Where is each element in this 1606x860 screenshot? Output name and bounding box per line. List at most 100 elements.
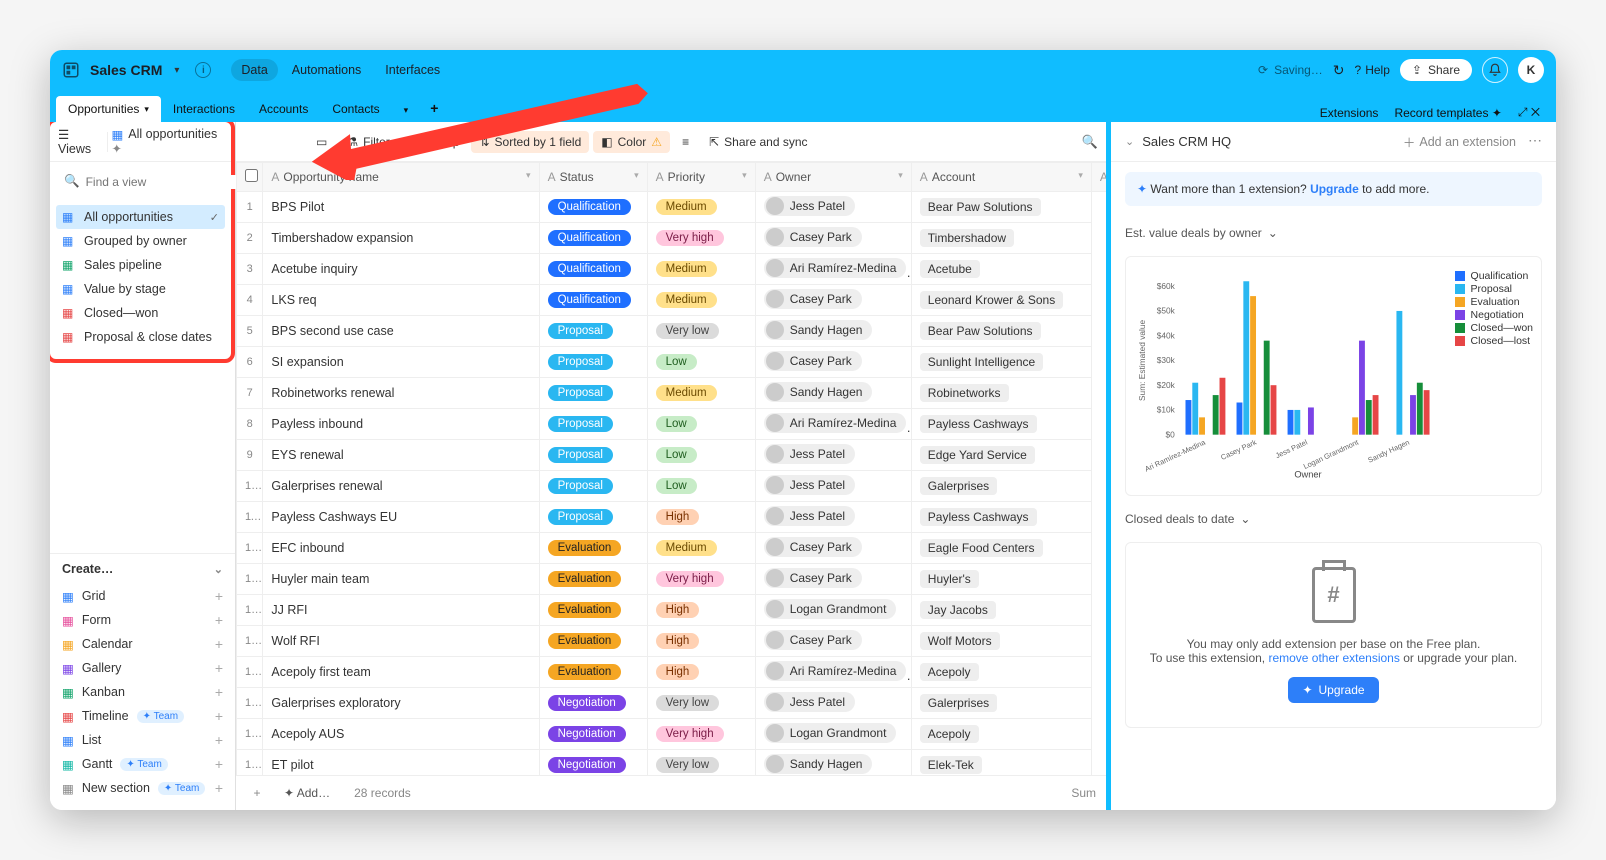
add-menu[interactable]: ✦ Add… [284, 786, 330, 800]
cell-priority[interactable]: High [647, 502, 755, 533]
cell-account[interactable]: Eagle Food Centers [911, 533, 1091, 564]
cell-status[interactable]: Qualification [539, 192, 647, 223]
cell-account[interactable]: Payless Cashways [911, 502, 1091, 533]
view-sales-pipeline[interactable]: ▦Sales pipeline [56, 253, 225, 277]
expand-icon[interactable]: ⤢ [1518, 105, 1528, 119]
closed-deals-title[interactable]: Closed deals to date ⌄ [1125, 508, 1542, 530]
table-row[interactable]: 15Wolf RFIEvaluationHighCasey ParkWolf M… [237, 626, 1107, 657]
table-tab-contacts[interactable]: Contacts [320, 96, 391, 122]
cell-owner[interactable]: Jess Patel [755, 688, 911, 719]
close-icon[interactable]: ✕ [1531, 105, 1540, 119]
cell-priority[interactable]: Very low [647, 688, 755, 719]
cell-opportunity-name[interactable]: Galerprises renewal [263, 471, 539, 502]
cell-account[interactable]: Galerprises [911, 471, 1091, 502]
create-grid[interactable]: ▦Grid+ [58, 584, 227, 608]
group-button[interactable]: ▦Group [402, 131, 468, 153]
search-records-icon[interactable]: 🔍 [1082, 134, 1098, 150]
more-icon[interactable]: ⋯ [1528, 132, 1542, 151]
cell-account[interactable]: Wolf Motors [911, 626, 1091, 657]
cell-status[interactable]: Negotiation [539, 719, 647, 750]
view-all-opportunities[interactable]: ▦All opportunities [56, 205, 225, 229]
cell-status[interactable]: Proposal [539, 502, 647, 533]
cell-priority[interactable]: Very high [647, 223, 755, 254]
cell-priority[interactable]: High [647, 626, 755, 657]
cell-priority[interactable]: Low [647, 471, 755, 502]
table-row[interactable]: 18Acepoly AUSNegotiationVery highLogan G… [237, 719, 1107, 750]
view-closed-won[interactable]: ▦Closed—won [56, 301, 225, 325]
cell-account[interactable]: Leonard Krower & Sons [911, 285, 1091, 316]
cell-account[interactable]: Edge Yard Service [911, 440, 1091, 471]
cell-owner[interactable]: Ari Ramírez-Medina [755, 409, 911, 440]
cell-owner[interactable]: Casey Park [755, 533, 911, 564]
collapse-panel-icon[interactable]: ⌄ [1125, 135, 1134, 148]
cell-owner[interactable]: Ari Ramírez-Medina [755, 254, 911, 285]
cell-opportunity-name[interactable]: Timbershadow expansion [263, 223, 539, 254]
cell-status[interactable]: Proposal [539, 378, 647, 409]
table-row[interactable]: 9EYS renewalProposalLowJess PatelEdge Ya… [237, 440, 1107, 471]
table-row[interactable]: 6SI expansionProposalLowCasey ParkSunlig… [237, 347, 1107, 378]
create-calendar[interactable]: ▦Calendar+ [58, 632, 227, 656]
create-new-section[interactable]: ▦New section ✦ Team+ [58, 776, 227, 800]
cell-owner[interactable]: Logan Grandmont [755, 719, 911, 750]
create-list[interactable]: ▦List+ [58, 728, 227, 752]
cell-account[interactable]: Acepoly [911, 719, 1091, 750]
cell-status[interactable]: Proposal [539, 409, 647, 440]
select-all-checkbox[interactable] [237, 163, 263, 192]
cell-status[interactable]: Evaluation [539, 595, 647, 626]
add-table-button[interactable]: + [420, 94, 448, 122]
cell-opportunity-name[interactable]: LKS req [263, 285, 539, 316]
hide-fields-button[interactable]: ▭ [308, 131, 335, 153]
current-view-button[interactable]: ▦ All opportunities ✦ [111, 127, 223, 157]
cell-account[interactable]: Payless Cashways [911, 409, 1091, 440]
cell-opportunity-name[interactable]: Wolf RFI [263, 626, 539, 657]
cell-opportunity-name[interactable]: Payless inbound [263, 409, 539, 440]
cell-status[interactable]: Qualification [539, 285, 647, 316]
upgrade-link[interactable]: Upgrade [1310, 182, 1359, 196]
table-row[interactable]: 13Huyler main teamEvaluationVery highCas… [237, 564, 1107, 595]
cell-status[interactable]: Evaluation [539, 564, 647, 595]
row-height-button[interactable]: ≡ [674, 131, 697, 153]
column-header-opportunity-name[interactable]: AOpportunity name▾ [263, 163, 539, 192]
cell-opportunity-name[interactable]: Acepoly AUS [263, 719, 539, 750]
cell-owner[interactable]: Logan Grandmont [755, 595, 911, 626]
cell-priority[interactable]: Medium [647, 192, 755, 223]
table-row[interactable]: 3Acetube inquiryQualificationMediumAri R… [237, 254, 1107, 285]
create-gallery[interactable]: ▦Gallery+ [58, 656, 227, 680]
remove-extensions-link[interactable]: remove other extensions [1268, 651, 1399, 665]
cell-account[interactable]: Timbershadow [911, 223, 1091, 254]
history-icon[interactable]: ↻ [1333, 62, 1345, 79]
column-header-status[interactable]: AStatus▾ [539, 163, 647, 192]
more-tables[interactable]: ▾ [392, 99, 421, 122]
cell-opportunity-name[interactable]: Acepoly first team [263, 657, 539, 688]
help-button[interactable]: ?Help [1355, 63, 1390, 77]
create-kanban[interactable]: ▦Kanban+ [58, 680, 227, 704]
cell-account[interactable]: Acepoly [911, 657, 1091, 688]
cell-status[interactable]: Evaluation [539, 626, 647, 657]
cell-opportunity-name[interactable]: Robinetworks renewal [263, 378, 539, 409]
cell-opportunity-name[interactable]: SI expansion [263, 347, 539, 378]
cell-priority[interactable]: Very high [647, 564, 755, 595]
sort-button[interactable]: ⇅Sorted by 1 field [471, 131, 589, 153]
views-toggle[interactable]: ☰ Views [58, 127, 103, 156]
cell-opportunity-name[interactable]: Huyler main team [263, 564, 539, 595]
cell-owner[interactable]: Casey Park [755, 564, 911, 595]
table-row[interactable]: 10Galerprises renewalProposalLowJess Pat… [237, 471, 1107, 502]
cell-account[interactable]: Huyler's [911, 564, 1091, 595]
cell-priority[interactable]: Very high [647, 719, 755, 750]
column-header-account[interactable]: AAccount▾ [911, 163, 1091, 192]
cell-account[interactable]: Robinetworks [911, 378, 1091, 409]
table-row[interactable]: 8Payless inboundProposalLowAri Ramírez-M… [237, 409, 1107, 440]
cell-owner[interactable]: Jess Patel [755, 471, 911, 502]
cell-status[interactable]: Qualification [539, 223, 647, 254]
cell-priority[interactable]: Low [647, 409, 755, 440]
table-tab-opportunities[interactable]: Opportunities ▾ [56, 96, 161, 122]
cell-opportunity-name[interactable]: JJ RFI [263, 595, 539, 626]
base-name[interactable]: Sales CRM [90, 62, 162, 78]
table-row[interactable]: 4LKS reqQualificationMediumCasey ParkLeo… [237, 285, 1107, 316]
navtab-interfaces[interactable]: Interfaces [375, 59, 450, 81]
cell-owner[interactable]: Ari Ramírez-Medina [755, 657, 911, 688]
cell-opportunity-name[interactable]: BPS second use case [263, 316, 539, 347]
table-row[interactable]: 5BPS second use caseProposalVery lowSand… [237, 316, 1107, 347]
cell-owner[interactable]: Jess Patel [755, 192, 911, 223]
column-header-owner[interactable]: AOwner▾ [755, 163, 911, 192]
